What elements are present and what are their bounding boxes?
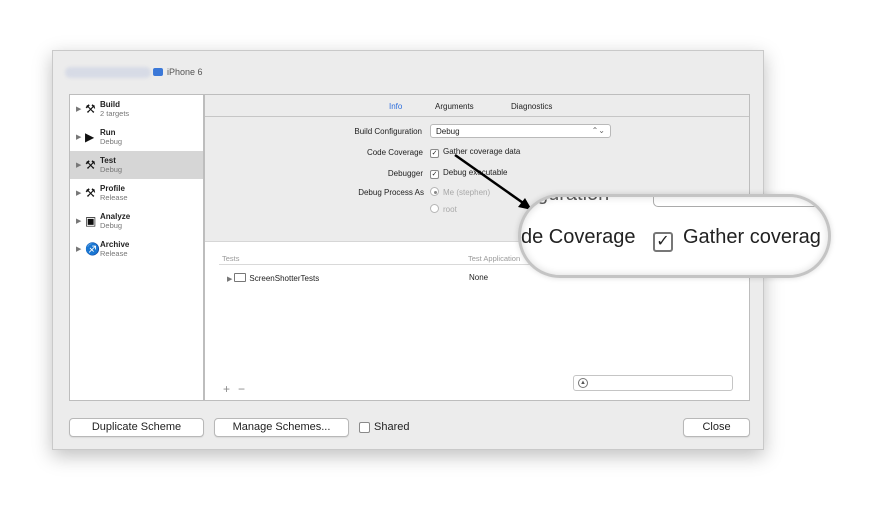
magnified-build-config-fragment: guration [537,194,610,205]
magnifier-callout: guration de Coverage ✓ Gather coverag [518,194,831,278]
magnified-select-fragment [653,197,828,207]
checkmark-icon: ✓ [653,232,673,252]
magnified-coverage-checkbox: ✓ Gather coverag [653,226,821,252]
magnified-coverage-label: de Coverage [521,226,636,248]
